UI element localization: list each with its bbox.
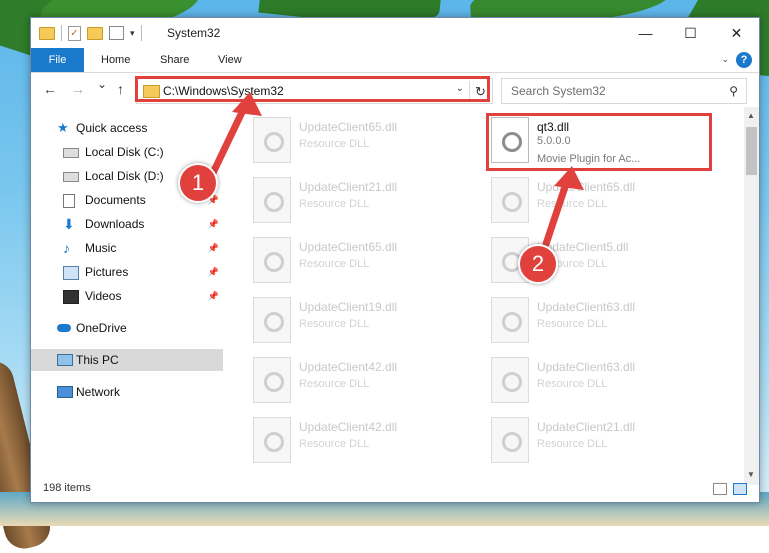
tab-file[interactable]: File [31, 48, 84, 72]
tab-share[interactable]: Share [160, 48, 189, 72]
documents-icon [63, 194, 75, 208]
pin-icon[interactable]: 📌 [208, 285, 219, 307]
list-item[interactable]: UpdateClient42.dll Resource DLL [227, 413, 447, 469]
minimize-button[interactable]: — [623, 18, 668, 48]
sidebar-item-pictures[interactable]: Pictures 📌 [31, 261, 223, 283]
status-bar: 198 items [31, 476, 759, 502]
tab-home[interactable]: Home [101, 48, 130, 72]
tab-view[interactable]: View [218, 48, 242, 72]
list-item[interactable]: UpdateClient5.dll Resource DLL [465, 233, 685, 289]
step-2-badge: 2 [518, 244, 558, 284]
list-item[interactable]: UpdateClient21.dll Resource DLL [227, 173, 447, 229]
quick-access-toolbar: ✓ ▾ [39, 25, 142, 41]
list-item[interactable]: UpdateClient21.dll Resource DLL [465, 413, 685, 469]
network-icon [57, 386, 73, 398]
dll-file-icon [491, 297, 529, 343]
pin-icon[interactable]: 📌 [208, 237, 219, 259]
sidebar-item-this-pc[interactable]: This PC [31, 349, 223, 371]
step-1-badge: 1 [178, 163, 218, 203]
item-count: 198 items [43, 482, 91, 494]
new-folder-icon[interactable] [87, 26, 103, 40]
sidebar-item-onedrive[interactable]: OneDrive [31, 317, 223, 339]
properties-check-icon[interactable]: ✓ [68, 25, 81, 41]
pictures-icon [63, 266, 79, 280]
sidebar-item-music[interactable]: ♪ Music 📌 [31, 237, 223, 259]
qt3-dll-highlight [486, 113, 712, 171]
list-item[interactable]: UpdateClient65.dll Resource DLL [227, 233, 447, 289]
dll-file-icon [253, 177, 291, 223]
help-icon[interactable]: ? [736, 52, 752, 68]
pin-icon[interactable]: 📌 [208, 261, 219, 283]
recent-locations-icon[interactable]: ⌄ [97, 77, 107, 91]
ribbon-tabs: File Home Share View ⌄ ? [31, 48, 759, 73]
dll-file-icon [253, 297, 291, 343]
folder-icon [39, 26, 55, 40]
videos-icon [63, 290, 79, 304]
title-bar: ✓ ▾ System32 — ☐ ✕ [31, 18, 759, 48]
window-title: System32 [167, 26, 221, 40]
dll-file-icon [491, 357, 529, 403]
close-button[interactable]: ✕ [714, 18, 759, 48]
sidebar-item-network[interactable]: Network [31, 381, 223, 403]
forward-arrow-icon[interactable]: → [71, 81, 85, 97]
list-item[interactable]: UpdateClient42.dll Resource DLL [227, 353, 447, 409]
separator [140, 25, 142, 41]
scrollbar-thumb[interactable] [746, 127, 757, 175]
chevron-down-icon[interactable]: ⌄ [721, 54, 729, 65]
vertical-scrollbar[interactable]: ▲ ▼ [744, 107, 759, 485]
dll-file-icon [253, 117, 291, 163]
list-item[interactable]: UpdateClient63.dll Resource DLL [465, 293, 685, 349]
properties-icon[interactable] [109, 26, 124, 40]
address-bar-highlight [135, 76, 490, 102]
sidebar-item-quick-access[interactable]: ★ Quick access [31, 117, 223, 139]
dll-file-icon [253, 237, 291, 283]
separator [61, 25, 62, 41]
sidebar-item-local-disk-c[interactable]: Local Disk (C:) [31, 141, 223, 163]
list-item[interactable]: UpdateClient65.dll Resource DLL [227, 113, 447, 169]
cloud-icon [57, 324, 71, 332]
star-icon: ★ [57, 120, 69, 135]
dll-file-icon [491, 417, 529, 463]
music-icon: ♪ [63, 240, 70, 256]
sidebar-item-downloads[interactable]: ⬇ Downloads 📌 [31, 213, 223, 235]
customize-toolbar-icon[interactable]: ▾ [130, 28, 135, 39]
download-icon: ⬇ [63, 216, 75, 232]
details-view-icon[interactable] [713, 483, 727, 495]
list-item[interactable]: UpdateClient65.dll Resource DLL [465, 173, 685, 229]
back-arrow-icon[interactable]: ← [43, 81, 57, 97]
search-box[interactable]: Search System32 ⚲ [501, 78, 747, 104]
list-item[interactable]: UpdateClient19.dll Resource DLL [227, 293, 447, 349]
scroll-up-icon[interactable]: ▲ [747, 111, 755, 120]
search-icon[interactable]: ⚲ [729, 84, 738, 98]
up-arrow-icon[interactable]: ↑ [117, 81, 124, 97]
dll-file-icon [253, 417, 291, 463]
pin-icon[interactable]: 📌 [208, 213, 219, 235]
maximize-button[interactable]: ☐ [668, 18, 713, 48]
drive-icon [63, 172, 79, 182]
drive-icon [63, 148, 79, 158]
sidebar-item-videos[interactable]: Videos 📌 [31, 285, 223, 307]
list-item[interactable]: UpdateClient63.dll Resource DLL [465, 353, 685, 409]
large-icons-view-icon[interactable] [733, 483, 747, 495]
computer-icon [57, 354, 73, 366]
search-input[interactable]: Search System32 [511, 84, 606, 98]
dll-file-icon [491, 177, 529, 223]
dll-file-icon [253, 357, 291, 403]
